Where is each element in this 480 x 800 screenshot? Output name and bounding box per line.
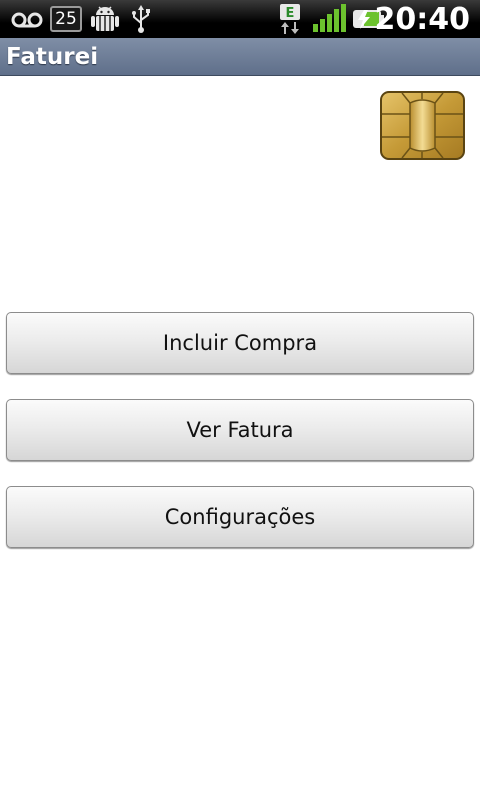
voicemail-icon [10, 4, 44, 34]
app-title-bar: Faturei [0, 38, 480, 76]
add-purchase-button[interactable]: Incluir Compra [6, 312, 474, 374]
edge-network-icon: E [278, 4, 302, 34]
signal-icon [312, 4, 346, 34]
status-bar: 25 E 20:40 [0, 0, 480, 38]
settings-button[interactable]: Configurações [6, 486, 474, 548]
android-debug-icon [88, 4, 122, 34]
notification-count: 25 [50, 6, 82, 32]
usb-icon [128, 4, 154, 34]
view-invoice-button[interactable]: Ver Fatura [6, 399, 474, 461]
notification-count-icon: 25 [50, 4, 84, 34]
card-chip-icon [380, 91, 465, 160]
network-type-label: E [286, 6, 295, 21]
app-title: Faturei [6, 44, 99, 70]
status-clock: 20:40 [374, 2, 471, 37]
